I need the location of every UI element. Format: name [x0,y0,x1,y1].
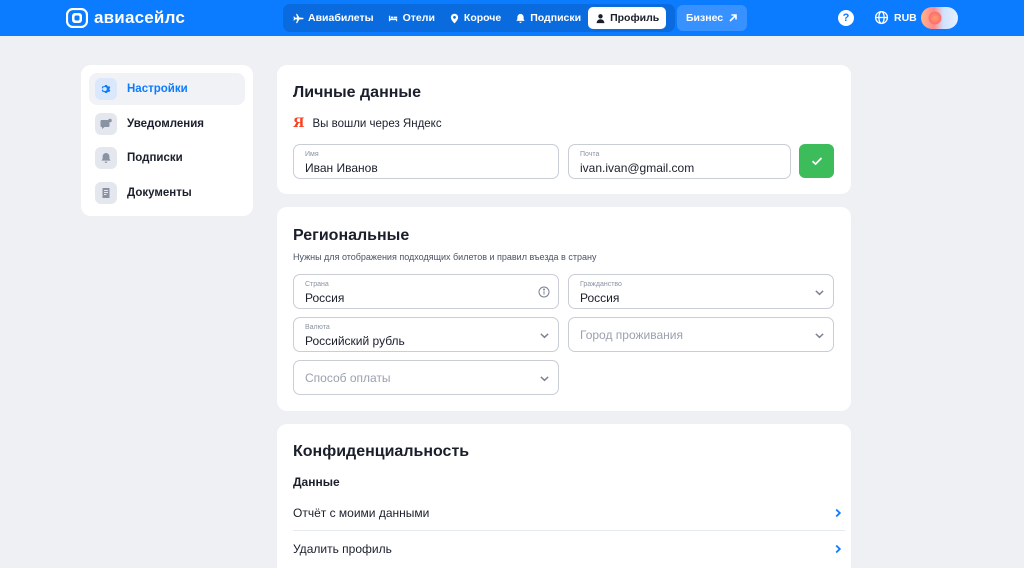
delete-profile-row[interactable]: Удалить профиль [293,531,845,566]
gear-icon [95,78,117,100]
citizenship-field-label: Гражданство [580,281,622,288]
regional-card: Региональные Нужны для отображения подхо… [277,207,851,411]
yandex-icon: Я [293,116,305,131]
chevron-right-icon [835,508,842,517]
currency-select[interactable]: Валюта Российский рубль [293,317,559,352]
currency-label: RUB [894,11,917,24]
person-icon [596,13,605,23]
personal-data-card: Личные данные Я Вы вошли через Яндекс Им… [277,65,851,194]
name-field-value: Иван Иванов [305,161,378,175]
city-select[interactable]: Город проживания [568,317,834,352]
nav-subscriptions-label: Подписки [530,12,582,24]
privacy-card: Конфиденциальность Данные Отчёт с моими … [277,424,851,568]
currency-field-value: Российский рубль [305,334,405,348]
chevron-down-icon [815,333,824,339]
yandex-login-text: Вы вошли через Яндекс [312,117,442,130]
nav-profile-label: Профиль [610,12,660,24]
bed-icon [388,15,397,21]
nav-short-label: Короче [463,12,502,24]
email-field[interactable]: Почта ivan.ivan@gmail.com [568,144,791,179]
sidebar-item-label: Документы [127,186,192,199]
arrow-up-right-icon [729,14,737,22]
chevron-down-icon [815,290,824,296]
pin-icon [450,13,459,23]
city-placeholder: Город проживания [580,328,683,342]
country-field-label: Страна [305,281,329,288]
yandex-login-info: Я Вы вошли через Яндекс [293,116,442,131]
country-field[interactable]: Страна Россия [293,274,559,309]
data-section-label: Данные [293,475,340,489]
regional-title: Региональные [293,227,410,244]
nav-short[interactable]: Короче [442,7,508,29]
help-button[interactable]: ? [838,10,854,26]
bell-icon [95,147,117,169]
sidebar-item-notifications[interactable]: Уведомления [89,108,245,140]
language-currency-button[interactable]: RUB [874,10,917,25]
chevron-right-icon [835,544,842,553]
confirm-button[interactable] [799,144,834,178]
top-bar: авиасейлс Авиабилеты Отели Короче Подпис… [0,0,1024,36]
business-label: Бизнес [686,12,724,24]
payment-placeholder: Способ оплаты [305,371,391,385]
personal-data-title: Личные данные [293,84,421,101]
email-field-value: ivan.ivan@gmail.com [580,161,695,175]
logo[interactable]: авиасейлс [66,8,185,28]
sidebar-item-label: Уведомления [127,117,204,130]
logo-text: авиасейлс [94,8,186,27]
sidebar-item-label: Настройки [127,83,188,95]
plane-icon [293,13,304,23]
settings-sidebar: Настройки Уведомления Подписки Документы [81,65,253,216]
main-nav: Авиабилеты Отели Короче Подписки Профиль [283,4,675,32]
sidebar-item-settings[interactable]: Настройки [89,73,245,105]
data-report-label: Отчёт с моими данными [293,505,430,520]
help-icon: ? [842,12,850,24]
name-field-label: Имя [305,151,319,158]
privacy-title: Конфиденциальность [293,443,470,460]
sidebar-item-documents[interactable]: Документы [89,177,245,209]
nav-subscriptions[interactable]: Подписки [508,7,588,29]
nav-hotels-label: Отели [402,12,435,24]
document-icon [95,181,117,204]
globe-icon [874,10,889,25]
info-icon[interactable] [538,286,550,298]
sidebar-item-subscriptions[interactable]: Подписки [89,142,245,174]
nav-flights[interactable]: Авиабилеты [286,7,381,29]
citizenship-field-value: Россия [580,291,620,305]
regional-subtitle: Нужны для отображения подходящих билетов… [293,252,597,262]
sidebar-item-label: Подписки [127,152,183,164]
currency-field-label: Валюта [305,324,330,331]
payment-method-select[interactable]: Способ оплаты [293,360,559,395]
check-icon [811,157,822,166]
email-field-label: Почта [580,151,600,158]
chevron-down-icon [540,333,549,339]
bell-icon [516,13,525,23]
name-field[interactable]: Имя Иван Иванов [293,144,559,179]
nav-hotels[interactable]: Отели [381,7,442,29]
message-icon [95,112,117,135]
country-field-value: Россия [305,291,345,305]
aviasales-logo-icon [66,8,88,28]
nav-flights-label: Авиабилеты [308,12,374,24]
chevron-down-icon [540,376,549,382]
business-button[interactable]: Бизнес [677,5,748,31]
data-report-row[interactable]: Отчёт с моими данными [293,495,845,530]
avatar[interactable] [921,7,958,29]
citizenship-select[interactable]: Гражданство Россия [568,274,834,309]
delete-profile-label: Удалить профиль [293,541,392,556]
nav-profile[interactable]: Профиль [588,7,667,29]
